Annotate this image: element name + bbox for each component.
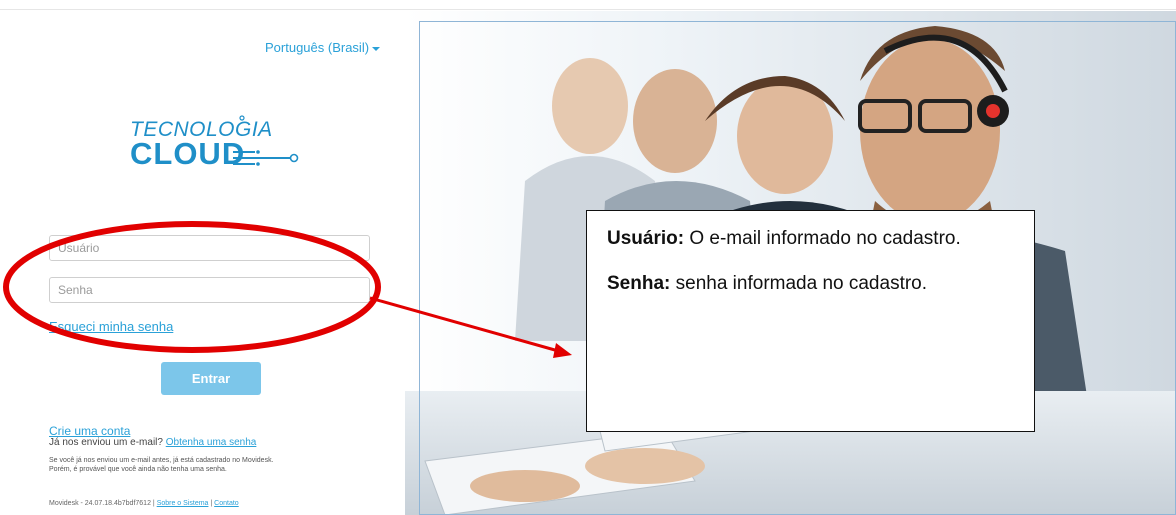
- contact-link[interactable]: Contato: [214, 500, 239, 507]
- about-link[interactable]: Sobre o Sistema: [157, 500, 209, 507]
- already-sent-text: Já nos enviou um e-mail? Obtenha uma sen…: [49, 437, 256, 448]
- circuit-icon: [233, 115, 299, 166]
- footer-version: Movidesk - 24.07.18.4b7bdf7612 |: [49, 500, 155, 507]
- footer-separator: |: [210, 500, 213, 507]
- top-divider: [0, 9, 1176, 10]
- signup-note: Se você já nos enviou um e-mail antes, j…: [49, 456, 349, 474]
- signup-note-line2: Porém, é provável que você ainda não ten…: [49, 466, 227, 473]
- already-sent-label: Já nos enviou um e-mail?: [49, 437, 163, 448]
- callout-user-term: Usuário:: [607, 228, 685, 249]
- language-selector[interactable]: Português (Brasil): [265, 40, 381, 55]
- username-input[interactable]: [49, 235, 370, 261]
- brand-logo: TECNOLOGIA CLOUD: [130, 112, 300, 182]
- signup-note-line1: Se você já nos enviou um e-mail antes, j…: [49, 457, 274, 464]
- callout-user-desc: O e-mail informado no cadastro.: [684, 228, 961, 249]
- callout-pass-paragraph: Senha: senha informada no cadastro.: [607, 268, 1014, 299]
- callout-pass-desc: senha informada no cadastro.: [670, 273, 928, 294]
- get-password-link[interactable]: Obtenha uma senha: [166, 437, 257, 448]
- password-input[interactable]: [49, 277, 370, 303]
- forgot-password-link[interactable]: Esqueci minha senha: [49, 319, 173, 334]
- callout-pass-term: Senha:: [607, 273, 671, 294]
- callout-user-paragraph: Usuário: O e-mail informado no cadastro.: [607, 223, 1014, 254]
- language-label: Português (Brasil): [265, 40, 370, 55]
- footer: Movidesk - 24.07.18.4b7bdf7612 | Sobre o…: [49, 500, 239, 507]
- instruction-callout: Usuário: O e-mail informado no cadastro.…: [586, 210, 1035, 432]
- caret-down-icon: [372, 46, 381, 51]
- create-account-link[interactable]: Crie uma conta: [49, 424, 130, 438]
- login-button[interactable]: Entrar: [161, 362, 261, 395]
